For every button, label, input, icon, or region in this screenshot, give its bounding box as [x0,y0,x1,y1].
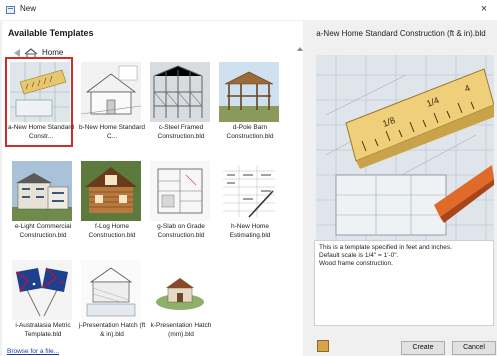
template-caption: d-Pole Barn Construction.bld [226,124,274,140]
template-tile-k[interactable]: k-Presentation Hatch (mm).bld [147,257,215,347]
commercial-building-thumbnail [12,161,72,221]
template-description: This is a template specified in feet and… [314,240,494,326]
template-tile-b[interactable]: b-New Home Standard C... [78,59,146,149]
templates-panel: Available Templates Home a-New Home Stan… [2,21,303,356]
template-tile-a[interactable]: a-New Home Standard Constr... [5,57,75,147]
description-line: Default scale is 1/4" = 1'-0". [319,252,399,259]
selected-template-title: a-New Home Standard Construction (ft & i… [316,29,486,38]
close-icon[interactable]: × [477,2,491,16]
create-button[interactable]: Create [401,341,445,355]
slab-plan-thumbnail [150,161,210,221]
browse-for-file-link[interactable]: Browse for a file... [7,348,59,355]
template-caption: a-New Home Standard Constr... [7,124,75,140]
presentation-house-thumbnail [150,260,210,320]
app-icon [6,6,15,14]
template-caption: i-Australasia Metric Template.bld [15,322,71,338]
template-tile-e[interactable]: e-Light Commercial Construction.bld [9,158,77,248]
template-preview-image: 1/8 1/4 4 [316,55,494,250]
estimate-sheet-thumbnail [219,161,279,221]
title-bar: New × [0,0,497,20]
window-title: New [20,4,37,13]
template-tile-f[interactable]: f-Log Home Construction.bld [78,158,146,248]
log-home-thumbnail [81,161,141,221]
template-caption: g-Slab on Grade Construction.bld [157,223,205,239]
template-caption: c-Steel Framed Construction.bld [157,124,205,140]
template-caption: j-Presentation Hatch (ft & in).bld [78,322,146,338]
template-caption: k-Presentation Hatch (mm).bld [150,322,212,338]
template-tile-h[interactable]: h-New Home Estimating.bld [216,158,284,248]
description-line: Wood frame construction. [319,260,393,267]
presentation-plan-thumbnail [81,260,141,320]
scroll-up-arrow-icon[interactable] [297,47,303,51]
template-tile-c[interactable]: c-Steel Framed Construction.bld [147,59,215,149]
template-caption: b-New Home Standard C... [78,124,146,140]
template-caption: e-Light Commercial Construction.bld [14,223,72,239]
details-panel: a-New Home Standard Construction (ft & i… [305,21,497,356]
cancel-button[interactable]: Cancel [452,341,496,355]
back-arrow-icon[interactable] [14,49,20,57]
template-caption: h-New Home Estimating.bld [229,223,271,239]
australia-nz-flags-thumbnail [12,260,72,320]
home-breadcrumb-label[interactable]: Home [42,48,63,57]
template-tile-g[interactable]: g-Slab on Grade Construction.bld [147,158,215,248]
template-tile-j[interactable]: j-Presentation Hatch (ft & in).bld [78,257,146,347]
template-caption: f-Log Home Construction.bld [88,223,136,239]
help-book-icon[interactable] [317,340,329,352]
ruler-blueprint-thumbnail [10,62,70,122]
steel-frame-thumbnail [150,62,210,122]
template-tile-d[interactable]: d-Pole Barn Construction.bld [216,59,284,149]
pole-barn-thumbnail [219,62,279,122]
template-tile-i[interactable]: i-Australasia Metric Template.bld [9,257,77,347]
house-drawing-thumbnail [81,62,141,122]
available-templates-heading: Available Templates [8,28,94,38]
description-line: This is a template specified in feet and… [319,244,452,251]
